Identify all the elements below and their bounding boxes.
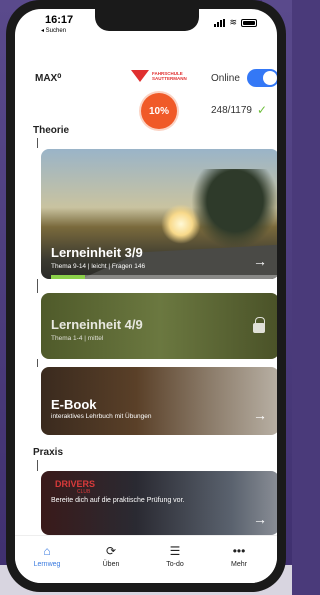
section-practice: Praxis xyxy=(33,447,64,458)
drivers-club-logo: DRIVERS xyxy=(55,479,96,489)
home-icon: ⌂ xyxy=(43,544,51,558)
school-logo: FAHRSCHULE SAUTTERMANN xyxy=(131,70,200,82)
tab-label: Üben xyxy=(102,561,120,568)
brand-label: MAX⁰ xyxy=(35,73,62,84)
learning-unit-card-4[interactable]: Lerneinheit 4/9 Thema 1-4 | mittel xyxy=(41,293,277,359)
tab-todo[interactable]: ☰ To-do xyxy=(145,544,205,568)
app-screen: 16:17 ◂ Suchen ≋ MAX⁰ FAHRSCHULE SAUTTER… xyxy=(15,9,277,583)
practice-card[interactable]: DRIVERS CLUB Bereite dich auf die prakti… xyxy=(41,471,277,535)
card-subtitle: Thema 9-14 | leicht | Fragen 146 xyxy=(51,263,146,270)
tab-mehr[interactable]: ••• Mehr xyxy=(209,544,269,568)
online-label: Online xyxy=(211,73,240,84)
progress-badge: 10% xyxy=(141,93,177,129)
logo-mark-icon xyxy=(131,70,149,82)
card-title: Lerneinheit 4/9 xyxy=(51,317,143,332)
trees-graphic xyxy=(191,169,277,249)
drivers-club-sub: CLUB xyxy=(77,489,91,495)
online-toggle[interactable] xyxy=(247,69,277,87)
unit-progress-bar xyxy=(51,275,277,279)
tab-lernweg[interactable]: ⌂ Lernweg xyxy=(17,544,77,568)
card-title: E-Book xyxy=(51,397,97,412)
logo-text: FAHRSCHULE SAUTTERMANN xyxy=(152,71,187,81)
card-subtitle: interaktives Lehrbuch mit Übungen xyxy=(51,413,152,420)
timeline-line xyxy=(37,359,38,367)
wifi-icon: ≋ xyxy=(229,17,237,27)
tab-label: Lernweg xyxy=(33,561,61,568)
arrow-right-icon[interactable]: → xyxy=(253,253,267,269)
card-subtitle: Bereite dich auf die praktische Prüfung … xyxy=(51,497,185,504)
card-title: Lerneinheit 3/9 xyxy=(51,245,143,260)
section-theory: Theorie xyxy=(33,125,70,136)
signal-icon xyxy=(214,18,226,27)
timeline-line xyxy=(37,138,38,148)
tab-bar: ⌂ Lernweg ⟳ Üben ☰ To-do ••• Mehr xyxy=(15,535,277,583)
status-time: 16:17 xyxy=(45,14,74,26)
ebook-card[interactable]: E-Book interaktives Lehrbuch mit Übungen… xyxy=(41,367,277,435)
arrow-right-icon[interactable]: → xyxy=(253,511,267,527)
learning-unit-card-3[interactable]: Lerneinheit 3/9 Thema 9-14 | leicht | Fr… xyxy=(41,149,277,279)
timeline-line xyxy=(37,279,38,293)
lock-icon xyxy=(253,317,265,333)
tab-ueben[interactable]: ⟳ Üben xyxy=(81,544,141,568)
status-icons: ≋ xyxy=(214,17,257,28)
back-to-app-link[interactable]: ◂ Suchen xyxy=(41,27,66,34)
tab-label: Mehr xyxy=(231,561,247,568)
refresh-icon: ⟳ xyxy=(105,544,117,558)
list-icon: ☰ xyxy=(169,544,181,558)
arrow-right-icon[interactable]: → xyxy=(253,407,267,423)
progress-percent: 10% xyxy=(148,105,169,117)
unit-progress-fill xyxy=(51,275,86,279)
timeline-line xyxy=(37,460,38,471)
battery-icon xyxy=(241,18,257,27)
check-icon: ✓ xyxy=(257,103,268,117)
app-header: MAX⁰ FAHRSCHULE SAUTTERMANN Online xyxy=(15,65,277,95)
card-subtitle: Thema 1-4 | mittel xyxy=(51,335,104,342)
question-count: 248/1179 xyxy=(211,105,252,116)
tab-label: To-do xyxy=(166,561,184,568)
notch xyxy=(95,9,199,31)
phone-frame: 16:17 ◂ Suchen ≋ MAX⁰ FAHRSCHULE SAUTTER… xyxy=(6,0,286,592)
more-icon: ••• xyxy=(232,544,246,558)
